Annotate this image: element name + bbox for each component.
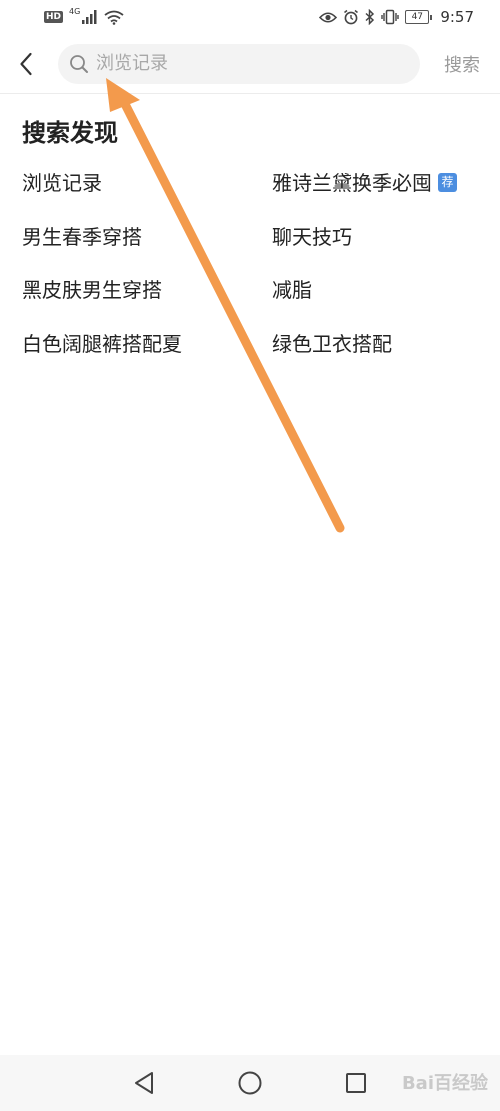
discover-item[interactable]: 男生春季穿搭 [22,222,272,276]
hd-badge: HD [44,11,64,23]
chevron-left-icon [20,52,32,75]
discover-item-label: 减脂 [272,278,312,302]
network-type-label: 4G [69,6,81,16]
annotation-arrow [106,78,345,533]
nav-back-button[interactable] [130,1069,158,1097]
back-button[interactable] [4,42,48,86]
eye-icon [319,11,338,23]
square-recent-icon [346,1073,366,1093]
vibrate-icon [381,9,400,25]
discover-item-label: 绿色卫衣搭配 [272,331,392,356]
clock: 9:57 [440,8,474,26]
discover-item-label: 浏览记录 [22,171,102,195]
status-bar: HD 4G 47 9:57 [0,0,500,34]
battery-cap [430,14,433,20]
discover-item[interactable]: 黑皮肤男生穿搭 [22,275,272,329]
discover-item[interactable]: 减脂 [272,275,482,329]
triangle-back-icon [135,1072,153,1094]
search-button[interactable]: 搜索 [444,51,480,77]
status-right: 47 9:57 [319,8,474,26]
discover-item[interactable]: 白色阔腿裤搭配夏 [22,329,272,383]
system-nav-bar: Bai百经验 [0,1055,500,1111]
discover-item-label: 黑皮肤男生穿搭 [22,278,162,302]
discover-item-label: 雅诗兰黛换季必囤 [272,171,432,195]
discover-list: 浏览记录 雅诗兰黛换季必囤 荐 男生春季穿搭 聊天技巧 黑皮肤男生穿搭 减脂 白… [22,168,482,382]
circle-home-icon [238,1071,262,1095]
discover-item[interactable]: 聊天技巧 [272,222,482,276]
battery-level: 47 [405,10,430,24]
wifi-icon [104,10,124,25]
watermark: Bai百经验 [401,1073,488,1094]
bluetooth-icon [365,9,375,25]
signal-icon [82,10,97,24]
search-input[interactable] [96,53,386,74]
discover-item-label: 男生春季穿搭 [22,224,142,249]
recommend-badge: 荐 [438,173,457,192]
discover-item-label: 聊天技巧 [272,224,352,249]
discover-title: 搜索发现 [22,119,118,147]
status-left: HD 4G [44,6,124,25]
discover-item[interactable]: 雅诗兰黛换季必囤 荐 [272,168,482,222]
discover-item[interactable]: 浏览记录 [22,168,272,222]
search-icon [68,53,90,75]
search-header: 搜索 [0,34,500,94]
nav-home-button[interactable] [236,1069,264,1097]
battery-indicator: 47 [405,10,433,24]
search-box[interactable] [58,43,420,84]
discover-item-label: 白色阔腿裤搭配夏 [22,331,182,356]
nav-recent-button[interactable] [342,1069,370,1097]
alarm-icon [344,9,359,25]
discover-item[interactable]: 绿色卫衣搭配 [272,329,482,383]
